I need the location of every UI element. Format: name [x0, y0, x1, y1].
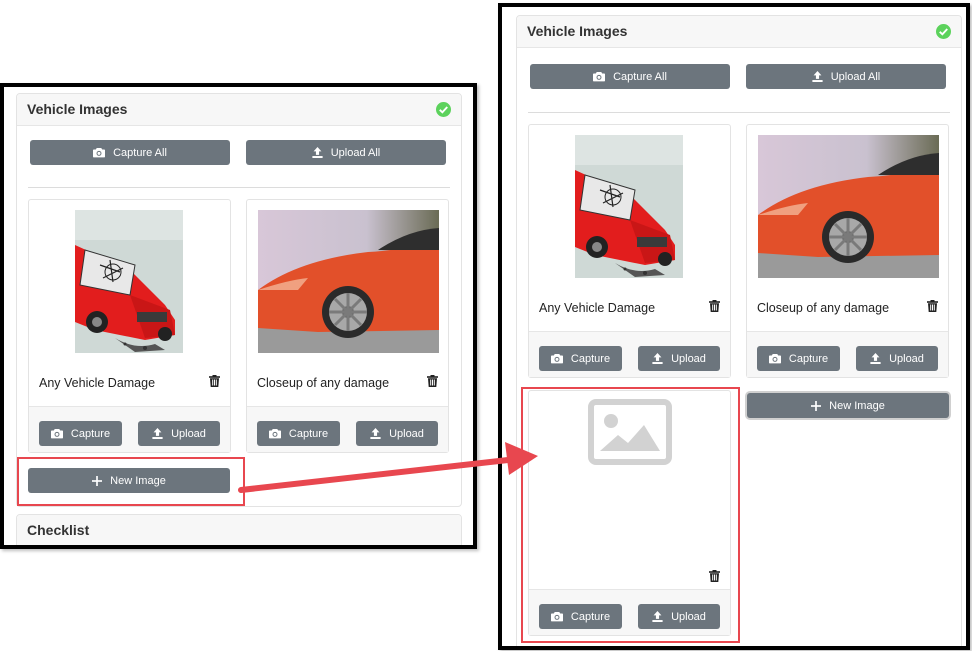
arrow-icon [238, 442, 538, 493]
